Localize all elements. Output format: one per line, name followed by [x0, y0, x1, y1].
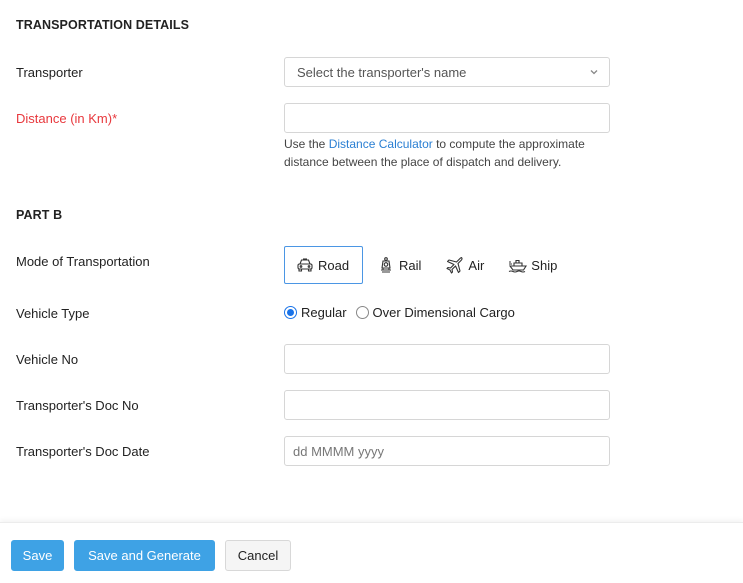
section-title-part-b: PART B: [16, 208, 63, 222]
mode-ship-label: Ship: [531, 257, 558, 273]
mode-rail[interactable]: Rail: [365, 246, 432, 284]
transporter-placeholder: Select the transporter's name: [297, 64, 467, 80]
save-and-generate-button[interactable]: Save and Generate: [74, 540, 215, 571]
save-button[interactable]: Save: [11, 540, 64, 571]
mode-road[interactable]: Road: [284, 246, 363, 284]
vehicle-type-label: Vehicle Type: [16, 306, 90, 321]
doc-no-label: Transporter's Doc No: [16, 398, 139, 413]
cancel-button[interactable]: Cancel: [225, 540, 291, 571]
mode-air-label: Air: [468, 257, 485, 273]
doc-date-label: Transporter's Doc Date: [16, 444, 150, 459]
doc-no-field: [284, 390, 610, 420]
doc-date-input[interactable]: [285, 437, 609, 465]
mode-ship[interactable]: Ship: [497, 246, 568, 284]
doc-no-input[interactable]: [285, 391, 609, 419]
chevron-down-icon: [590, 70, 598, 75]
radio-regular-dot[interactable]: [284, 306, 297, 319]
mode-rail-label: Rail: [399, 257, 422, 273]
section-title-transportation: TRANSPORTATION DETAILS: [16, 18, 190, 32]
footer-bar: Save Save and Generate Cancel: [0, 522, 743, 583]
airplane-icon: [446, 256, 463, 274]
mode-label: Mode of Transportation: [16, 254, 150, 269]
distance-input[interactable]: [285, 104, 609, 132]
transporter-label: Transporter: [16, 65, 83, 80]
mode-options: Road Rail Air Ship: [284, 246, 570, 284]
mode-road-label: Road: [318, 257, 350, 273]
distance-field: [284, 103, 610, 133]
radio-regular-label: Regular: [301, 305, 347, 320]
train-icon: [381, 257, 391, 273]
vehicle-no-label: Vehicle No: [16, 352, 79, 367]
radio-regular[interactable]: Regular: [284, 305, 347, 320]
car-icon: [297, 258, 313, 272]
mode-air[interactable]: Air: [434, 246, 495, 284]
vehicle-no-input[interactable]: [285, 345, 609, 373]
vehicle-no-field: [284, 344, 610, 374]
vehicle-type-options: Regular Over Dimensional Cargo: [284, 305, 524, 320]
distance-calculator-link[interactable]: Distance Calculator: [329, 137, 433, 151]
doc-date-field: [284, 436, 610, 466]
transporter-select[interactable]: Select the transporter's name: [284, 57, 610, 87]
radio-odc-dot[interactable]: [355, 306, 369, 319]
distance-label: Distance (in Km)*: [16, 111, 118, 126]
radio-odc-label: Over Dimensional Cargo: [372, 305, 515, 320]
ship-icon: [509, 259, 528, 273]
distance-help-text: Use the Distance Calculator to compute t…: [284, 135, 624, 171]
help-prefix: Use the: [284, 137, 329, 151]
radio-over-dimensional-cargo[interactable]: Over Dimensional Cargo: [355, 305, 515, 320]
